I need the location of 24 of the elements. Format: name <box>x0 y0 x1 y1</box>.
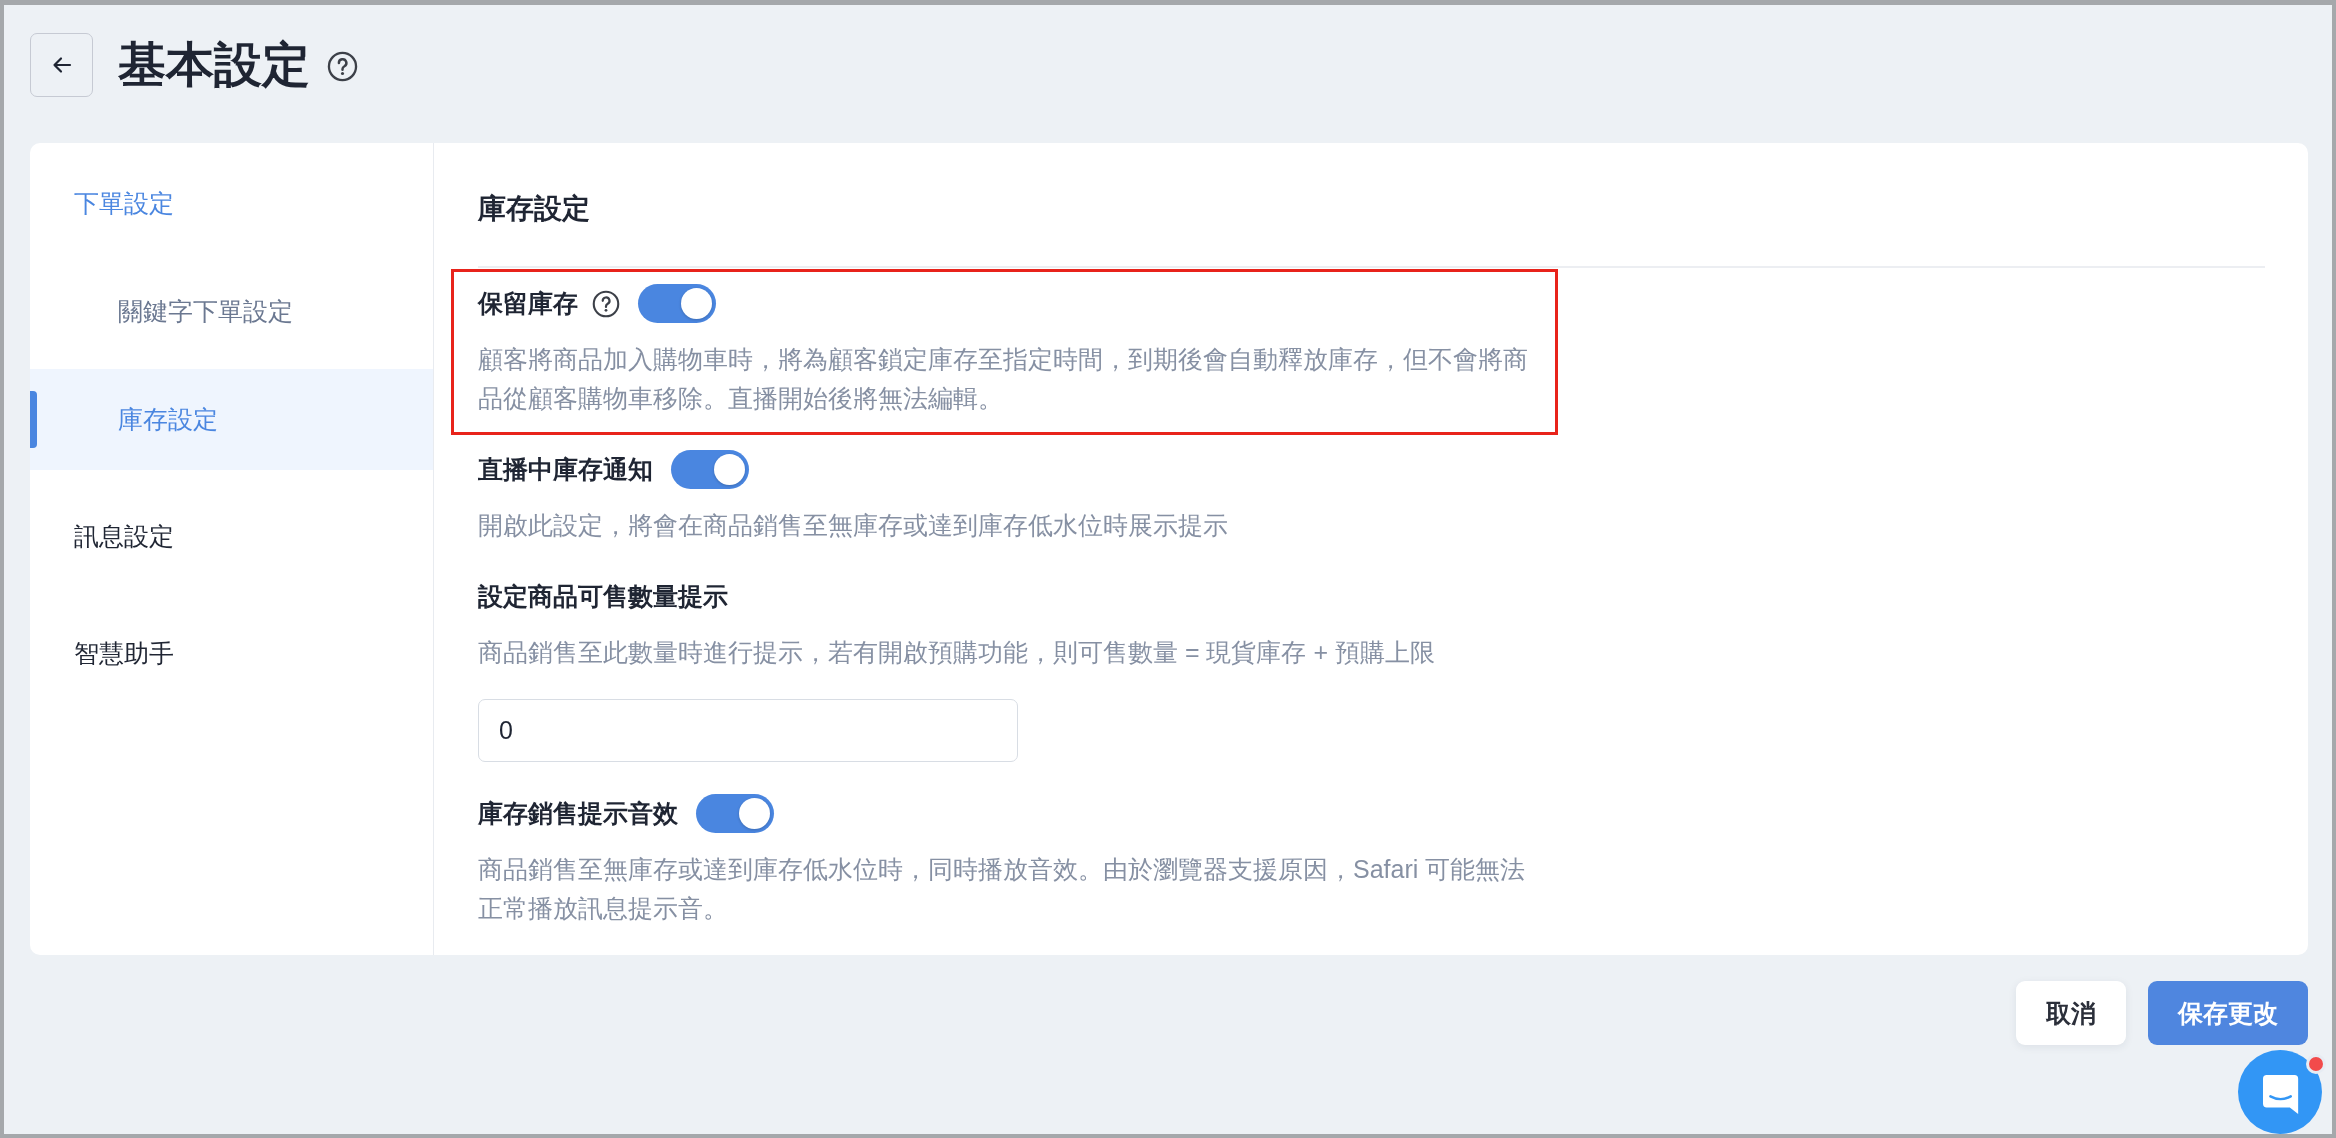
toggle-switch[interactable] <box>671 450 749 489</box>
help-icon[interactable] <box>592 289 620 318</box>
cancel-button[interactable]: 取消 <box>2016 981 2126 1045</box>
setting-description: 商品銷售至無庫存或達到庫存低水位時，同時播放音效。由於瀏覽器支援原因，Safari 可能無法正常播放訊息提示音。 <box>478 853 1527 924</box>
setting-description: 顧客將商品加入購物車時，將為顧客鎖定庫存至指定時間，到期後會自動釋放庫存，但不會將商品從顧客購物車移除。直播開始後將無法編輯。 <box>478 343 1529 414</box>
number-field[interactable]: 0 <box>478 698 1018 762</box>
back-button[interactable] <box>30 33 93 97</box>
page-title: 基本設定 <box>118 37 310 93</box>
setting-description: 商品銷售至此數量時進行提示，若有開啟預購功能，則可售數量 = 現貨庫存 + 預購上限 <box>478 636 1436 668</box>
help-icon[interactable] <box>327 50 358 82</box>
save-button[interactable]: 保存更改 <box>2148 981 2308 1045</box>
toggle-switch[interactable] <box>696 794 774 833</box>
setting-label: 直播中庫存通知 <box>478 454 653 485</box>
setting-label: 庫存銷售提示音效 <box>478 798 678 829</box>
section-title: 庫存設定 <box>478 192 591 226</box>
setting-description: 開啟此設定，將會在商品銷售至無庫存或達到庫存低水位時展示提示 <box>478 509 1229 541</box>
toggle-switch[interactable] <box>638 284 716 323</box>
sidebar-item[interactable]: 智慧助手 <box>30 603 433 704</box>
setting-label: 保留庫存 <box>478 288 578 319</box>
chat-bubble-icon <box>2262 1073 2300 1115</box>
sidebar-item[interactable]: 關鍵字下單設定 <box>30 261 433 362</box>
sidebar-item[interactable]: 下單設定 <box>30 153 433 254</box>
sidebar-item[interactable]: 訊息設定 <box>30 486 433 587</box>
setting-label: 設定商品可售數量提示 <box>478 581 728 612</box>
